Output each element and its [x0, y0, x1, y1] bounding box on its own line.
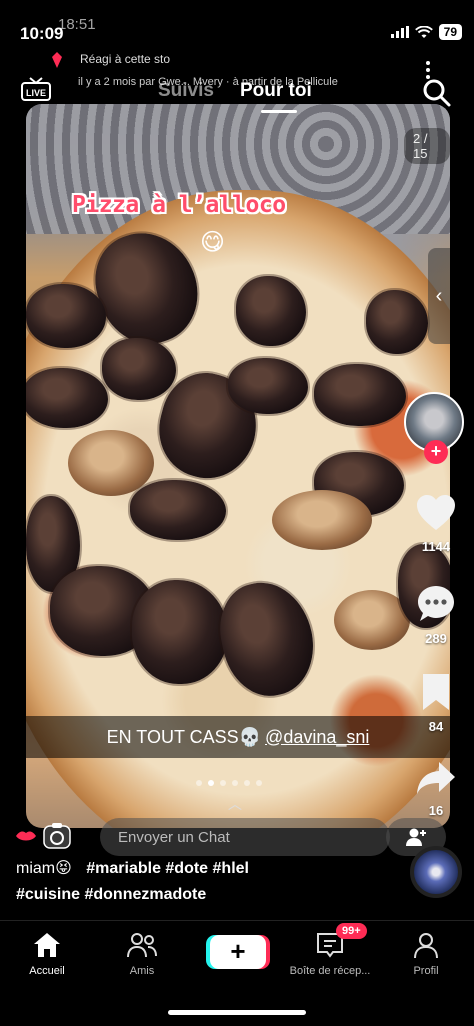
lips-icon [16, 831, 36, 841]
signal-icon [390, 26, 409, 38]
bookmark-icon [423, 674, 449, 710]
send-chat-input[interactable]: Envoyer un Chat [100, 818, 390, 856]
mushroom-slice [272, 490, 372, 550]
slide-dot [232, 780, 238, 786]
nav-inbox-label: Boîte de récep... [289, 965, 371, 977]
nav-friends-label: Amis [129, 965, 155, 977]
slide-dot-active [208, 780, 214, 786]
heart-icon [417, 495, 455, 530]
follow-plus-button[interactable]: + [424, 440, 448, 464]
status-icons: 79 [390, 24, 462, 40]
nav-profile-label: Profil [413, 965, 439, 977]
add-user-icon [406, 828, 426, 846]
share-action[interactable]: 16 [404, 760, 468, 818]
comment-count: 289 [425, 631, 447, 646]
inbox-badge: 99+ [336, 923, 367, 939]
slide-dot [244, 780, 250, 786]
live-button[interactable]: LIVE [20, 76, 52, 102]
caption-emoji: 😋 [200, 229, 226, 256]
video-subtitle: EN TOUT CASS💀 @davina_sni [26, 716, 450, 758]
music-disc-icon[interactable] [410, 846, 462, 898]
slide-indicator-dots [196, 780, 262, 786]
description-hashtags-1[interactable]: #mariable #dote #hlel [86, 860, 249, 877]
description-hashtags-2[interactable]: #cuisine #donnezmadote [16, 886, 206, 904]
nav-profile[interactable]: Profil [376, 931, 474, 977]
plantain-slice [102, 338, 176, 400]
slide-counter: 2 / 15 [404, 128, 450, 164]
profile-icon [414, 933, 438, 959]
chat-left-icons [14, 822, 72, 850]
nav-home-label: Accueil [29, 965, 65, 977]
status-time: 10:09 [20, 24, 64, 43]
slide-dot [256, 780, 262, 786]
search-icon[interactable] [422, 78, 452, 108]
share-arrow-icon [417, 762, 455, 794]
subtitle-mention-link[interactable]: @davina_sni [265, 727, 369, 748]
home-indicator [168, 1010, 306, 1015]
create-button[interactable]: + [210, 935, 266, 969]
plantain-slice [228, 358, 308, 414]
slide-dot [220, 780, 226, 786]
video-caption-title: Pizza à l’alloco [72, 192, 286, 218]
live-tv-icon: LIVE [21, 77, 51, 101]
plantain-slice [26, 284, 106, 348]
plantain-slice [26, 368, 108, 428]
plantain-slice [314, 364, 406, 426]
like-count: 1144 [421, 539, 451, 554]
plantain-slice [132, 580, 228, 684]
tab-for-you[interactable]: Pour toi [240, 80, 312, 102]
bookmark-action[interactable]: 84 [404, 672, 468, 734]
friends-icon [127, 933, 157, 958]
chat-row: Envoyer un Chat [14, 814, 464, 858]
battery-indicator: 79 [438, 24, 462, 40]
notification-icon [52, 52, 62, 68]
home-icon [34, 933, 60, 957]
bookmark-count: 84 [428, 719, 444, 734]
tab-following[interactable]: Suivis [158, 80, 214, 102]
comment-icon [418, 586, 454, 621]
notification-time: 18:51 [58, 16, 96, 33]
plantain-slice [236, 276, 306, 346]
description-text: miam😝 [16, 860, 72, 877]
plantain-slice [130, 480, 226, 540]
nav-friends[interactable]: Amis [92, 931, 192, 977]
wifi-icon [414, 25, 433, 38]
nav-inbox[interactable]: Boîte de récep... [280, 931, 380, 977]
camera-icon[interactable] [42, 822, 72, 850]
notification-line1: Réagi à cette sto [80, 52, 171, 66]
slide-dot [196, 780, 202, 786]
plantain-slice [366, 290, 428, 354]
video-description-line1: miam😝 #mariable #dote #hlel [16, 858, 249, 878]
comment-action[interactable]: 289 [404, 584, 468, 646]
like-action[interactable]: 1144 [404, 494, 468, 554]
active-tab-indicator [261, 110, 297, 113]
creator-avatar[interactable]: + [404, 392, 464, 464]
chevron-up-icon[interactable]: ︿ [228, 794, 242, 814]
side-panel-arrow[interactable]: ‹ [428, 248, 450, 344]
nav-home[interactable]: Accueil [0, 931, 97, 977]
live-label: LIVE [26, 88, 46, 98]
mushroom-slice [68, 430, 154, 496]
tiktok-screen: 2 / 15 Pizza à l’alloco 😋 ‹ EN TOUT CASS… [0, 0, 474, 1026]
subtitle-text: EN TOUT CASS💀 [106, 726, 262, 747]
